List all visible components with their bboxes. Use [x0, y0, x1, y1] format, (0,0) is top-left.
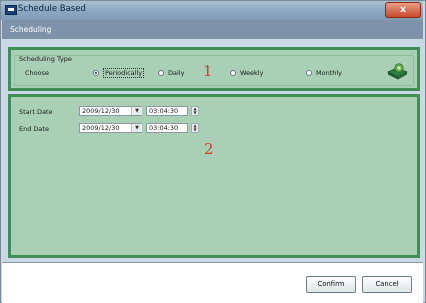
end-time-spinner-icon[interactable]: ▲ ▼ — [191, 123, 199, 133]
radio-monthly[interactable] — [306, 70, 312, 76]
setup-gear-icon — [387, 63, 408, 80]
header-band — [2, 20, 423, 39]
radio-label-daily[interactable]: Daily — [168, 69, 184, 77]
start-time-spinner-icon[interactable]: ▲ ▼ — [191, 106, 199, 116]
close-button[interactable]: x — [385, 2, 421, 18]
choose-label: Choose — [25, 69, 49, 77]
end-time-value: 03:04:30 — [149, 124, 179, 132]
start-time-value: 03:04:30 — [149, 107, 179, 115]
radio-label-periodically[interactable]: Periodically — [103, 68, 145, 78]
header-title: Scheduling — [10, 25, 52, 34]
radio-label-monthly[interactable]: Monthly — [316, 69, 342, 77]
scheduling-type-group — [14, 55, 414, 86]
radio-weekly[interactable] — [230, 70, 236, 76]
footer-bar — [2, 262, 423, 303]
end-date-value: 2009/12/30 — [82, 124, 120, 132]
radio-periodically[interactable] — [93, 70, 99, 76]
start-date-label: Start Date — [19, 108, 53, 116]
scheduling-type-label: Scheduling Type — [19, 55, 72, 63]
end-time-field[interactable]: 03:04:30 — [146, 123, 188, 133]
date-range-panel — [8, 94, 420, 258]
end-date-label: End Date — [19, 125, 49, 133]
end-date-dropdown-icon[interactable]: ▼ — [131, 124, 142, 132]
annotation-1: 1 — [203, 62, 213, 80]
cancel-button[interactable]: Cancel — [362, 276, 412, 293]
confirm-button[interactable]: Confirm — [306, 276, 356, 293]
annotation-2: 2 — [204, 140, 214, 158]
app-icon — [5, 5, 17, 15]
start-date-dropdown-icon[interactable]: ▼ — [131, 107, 142, 115]
radio-daily[interactable] — [158, 70, 164, 76]
radio-label-weekly[interactable]: Weekly — [240, 69, 263, 77]
start-date-value: 2009/12/30 — [82, 107, 120, 115]
start-time-field[interactable]: 03:04:30 — [146, 106, 188, 116]
window-title: Schedule Based — [18, 4, 86, 14]
